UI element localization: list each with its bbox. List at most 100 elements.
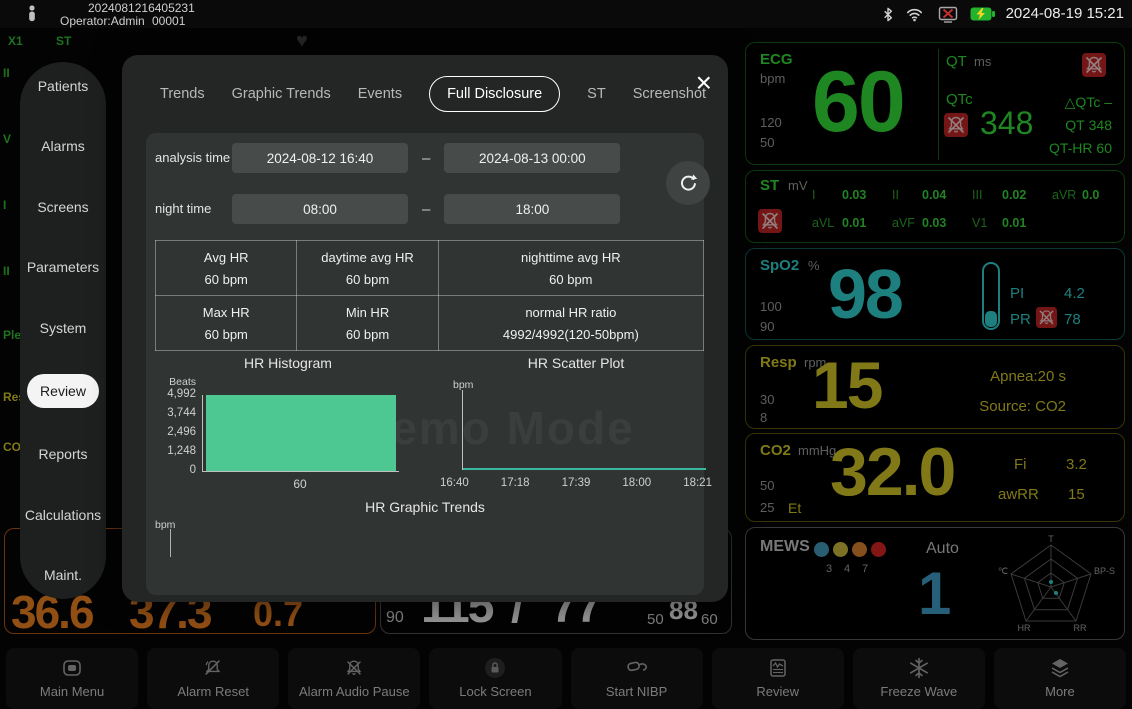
st-lead-value: 0.01 bbox=[1002, 216, 1026, 230]
alarm-reset-button[interactable]: Alarm Reset bbox=[147, 648, 279, 709]
hr-histogram-plot bbox=[202, 395, 399, 472]
sidebar-item-system[interactable]: System bbox=[36, 314, 91, 342]
tab-graphic-trends[interactable]: Graphic Trends bbox=[232, 86, 331, 102]
mews-threshold: 4 bbox=[844, 563, 850, 575]
st-lead-value: 0.0 bbox=[1082, 188, 1099, 202]
heart-icon: ♥ bbox=[296, 30, 308, 53]
ecg-tile[interactable]: ECG bpm 120 50 60 QT ms QTc 348 △QTc – Q… bbox=[745, 42, 1125, 165]
main-menu-icon bbox=[61, 657, 83, 679]
hr-histogram-ylabel: Beats bbox=[146, 376, 196, 388]
night-time-from-input[interactable]: 08:00 bbox=[232, 194, 408, 224]
co2-et-label: Et bbox=[788, 500, 801, 516]
review-icon bbox=[767, 657, 789, 679]
more-icon bbox=[1049, 657, 1071, 679]
sidebar-item-calculations[interactable]: Calculations bbox=[21, 501, 105, 529]
dqtc-label: △QTc bbox=[1065, 94, 1101, 110]
sidebar-item-parameters[interactable]: Parameters bbox=[23, 253, 103, 281]
sidebar-item-alarms[interactable]: Alarms bbox=[37, 132, 89, 160]
sidebar-item-patients[interactable]: Patients bbox=[34, 72, 93, 100]
hr-histogram-bar bbox=[206, 395, 396, 471]
st-lead-name: I bbox=[812, 188, 842, 202]
co2-limit-hi: 50 bbox=[760, 478, 774, 493]
close-icon[interactable]: × bbox=[696, 69, 712, 97]
nibp-map-lo: 60 bbox=[701, 611, 718, 628]
sidebar-item-review[interactable]: Review bbox=[27, 374, 99, 408]
range-separator: – bbox=[422, 201, 430, 218]
qt-label: QT bbox=[946, 53, 967, 70]
mews-mode: Auto bbox=[926, 540, 959, 558]
display-alarm-off-icon bbox=[938, 6, 958, 23]
toolbar-button-label: Start NIBP bbox=[606, 684, 667, 699]
analysis-time-from-input[interactable]: 2024-08-12 16:40 bbox=[232, 143, 408, 173]
stats-cell: Avg HR60 bpm bbox=[156, 241, 297, 296]
qt-detail-stack: △QTc – QT 348 QT-HR 60 bbox=[1049, 91, 1112, 160]
lock-screen-button[interactable]: Lock Screen bbox=[429, 648, 561, 709]
mews-dot bbox=[852, 542, 867, 557]
hr-stats-table: Avg HR60 bpm daytime avg HR60 bpm nightt… bbox=[155, 240, 704, 351]
st-unit: mV bbox=[788, 178, 808, 193]
stats-cell: nighttime avg HR60 bpm bbox=[438, 241, 703, 296]
hr-graphic-trends-title: HR Graphic Trends bbox=[146, 499, 704, 515]
settings-sidebar: Patients Alarms Screens Parameters Syste… bbox=[20, 62, 106, 599]
review-button[interactable]: Review bbox=[712, 648, 844, 709]
qtc-alarm-off-icon bbox=[944, 113, 968, 137]
st-lead-name: aVL bbox=[812, 216, 842, 230]
sidebar-item-reports[interactable]: Reports bbox=[34, 440, 91, 468]
refresh-icon bbox=[678, 173, 698, 193]
spo2-signal-bar bbox=[982, 262, 1000, 330]
alarm-audio-pause-button[interactable]: Alarm Audio Pause bbox=[288, 648, 420, 709]
toolbar-button-label: Main Menu bbox=[40, 684, 104, 699]
st-lead-name: aVF bbox=[892, 216, 922, 230]
mews-label: MEWS bbox=[760, 538, 810, 556]
night-time-to-input[interactable]: 18:00 bbox=[444, 194, 620, 224]
device-id: 2024081216405231 bbox=[88, 1, 195, 15]
st-tile[interactable]: ST mV I0.03 II0.04 III0.02 aVR0.0 aVL0.0… bbox=[745, 170, 1125, 243]
co2-tile[interactable]: CO2 mmHg 50 25 Et 32.0 Fi 3.2 awRR 15 bbox=[745, 433, 1125, 522]
radar-label-rr: RR bbox=[1074, 623, 1087, 633]
start-nibp-button[interactable]: Start NIBP bbox=[571, 648, 703, 709]
tab-full-disclosure[interactable]: Full Disclosure bbox=[429, 76, 560, 112]
co2-label: CO2 bbox=[760, 442, 791, 459]
hr-scatter-title: HR Scatter Plot bbox=[476, 355, 676, 371]
ecg-limit-lo: 50 bbox=[760, 135, 774, 150]
hist-xtick: 60 bbox=[202, 477, 398, 491]
radar-label-bps: BP-S bbox=[1094, 566, 1115, 576]
sidebar-item-screens[interactable]: Screens bbox=[33, 193, 92, 221]
toolbar-button-label: Freeze Wave bbox=[880, 684, 957, 699]
more-button[interactable]: More bbox=[994, 648, 1126, 709]
analysis-time-to-input[interactable]: 2024-08-13 00:00 bbox=[444, 143, 620, 173]
resp-tile[interactable]: Resp rpm 30 8 15 Apnea:20 s Source: CO2 bbox=[745, 345, 1125, 429]
hr-scatter-yaxis bbox=[462, 390, 463, 470]
st-lead-name: V1 bbox=[972, 216, 1002, 230]
tab-trends[interactable]: Trends bbox=[160, 86, 205, 102]
radar-label-temp: ℃ bbox=[998, 566, 1008, 576]
mews-dot bbox=[871, 542, 886, 557]
resp-value: 15 bbox=[812, 352, 881, 418]
refresh-button[interactable] bbox=[666, 161, 710, 205]
mews-tile[interactable]: MEWS 3 4 7 Auto 1 bbox=[745, 527, 1125, 640]
hist-ytick: 4,992 bbox=[146, 388, 196, 400]
review-tabs: Trends Graphic Trends Events Full Disclo… bbox=[160, 73, 664, 115]
st-values-grid: I0.03 II0.04 III0.02 aVR0.0 aVL0.01 aVF0… bbox=[812, 181, 1132, 237]
st-lead-name: III bbox=[972, 188, 1002, 202]
wifi-icon bbox=[906, 6, 923, 22]
start-nibp-icon bbox=[625, 657, 649, 679]
st-lead-value: 0.02 bbox=[1002, 188, 1026, 202]
main-menu-button[interactable]: Main Menu bbox=[6, 648, 138, 709]
tab-st[interactable]: ST bbox=[587, 86, 606, 102]
hist-ytick: 1,248 bbox=[146, 445, 196, 457]
qthr-label: QT-HR bbox=[1049, 140, 1093, 156]
spo2-tile[interactable]: SpO2 % 100 90 98 PI 4.2 PR 78 bbox=[745, 248, 1125, 340]
st-label: ST bbox=[760, 177, 779, 194]
pr-value: 78 bbox=[1064, 311, 1081, 328]
ecg-value: 60 bbox=[812, 59, 904, 145]
pr-alarm-off-icon bbox=[1036, 307, 1057, 328]
freeze-wave-button[interactable]: Freeze Wave bbox=[853, 648, 985, 709]
hist-ytick: 3,744 bbox=[146, 407, 196, 419]
toolbar-button-label: Review bbox=[756, 684, 799, 699]
qt-alarm-off-icon bbox=[1082, 53, 1106, 77]
sidebar-item-maint[interactable]: Maint. bbox=[40, 561, 86, 589]
alarm-audio-pause-icon bbox=[343, 657, 365, 679]
tab-events[interactable]: Events bbox=[358, 86, 402, 102]
review-modal: Trends Graphic Trends Events Full Disclo… bbox=[122, 55, 728, 602]
